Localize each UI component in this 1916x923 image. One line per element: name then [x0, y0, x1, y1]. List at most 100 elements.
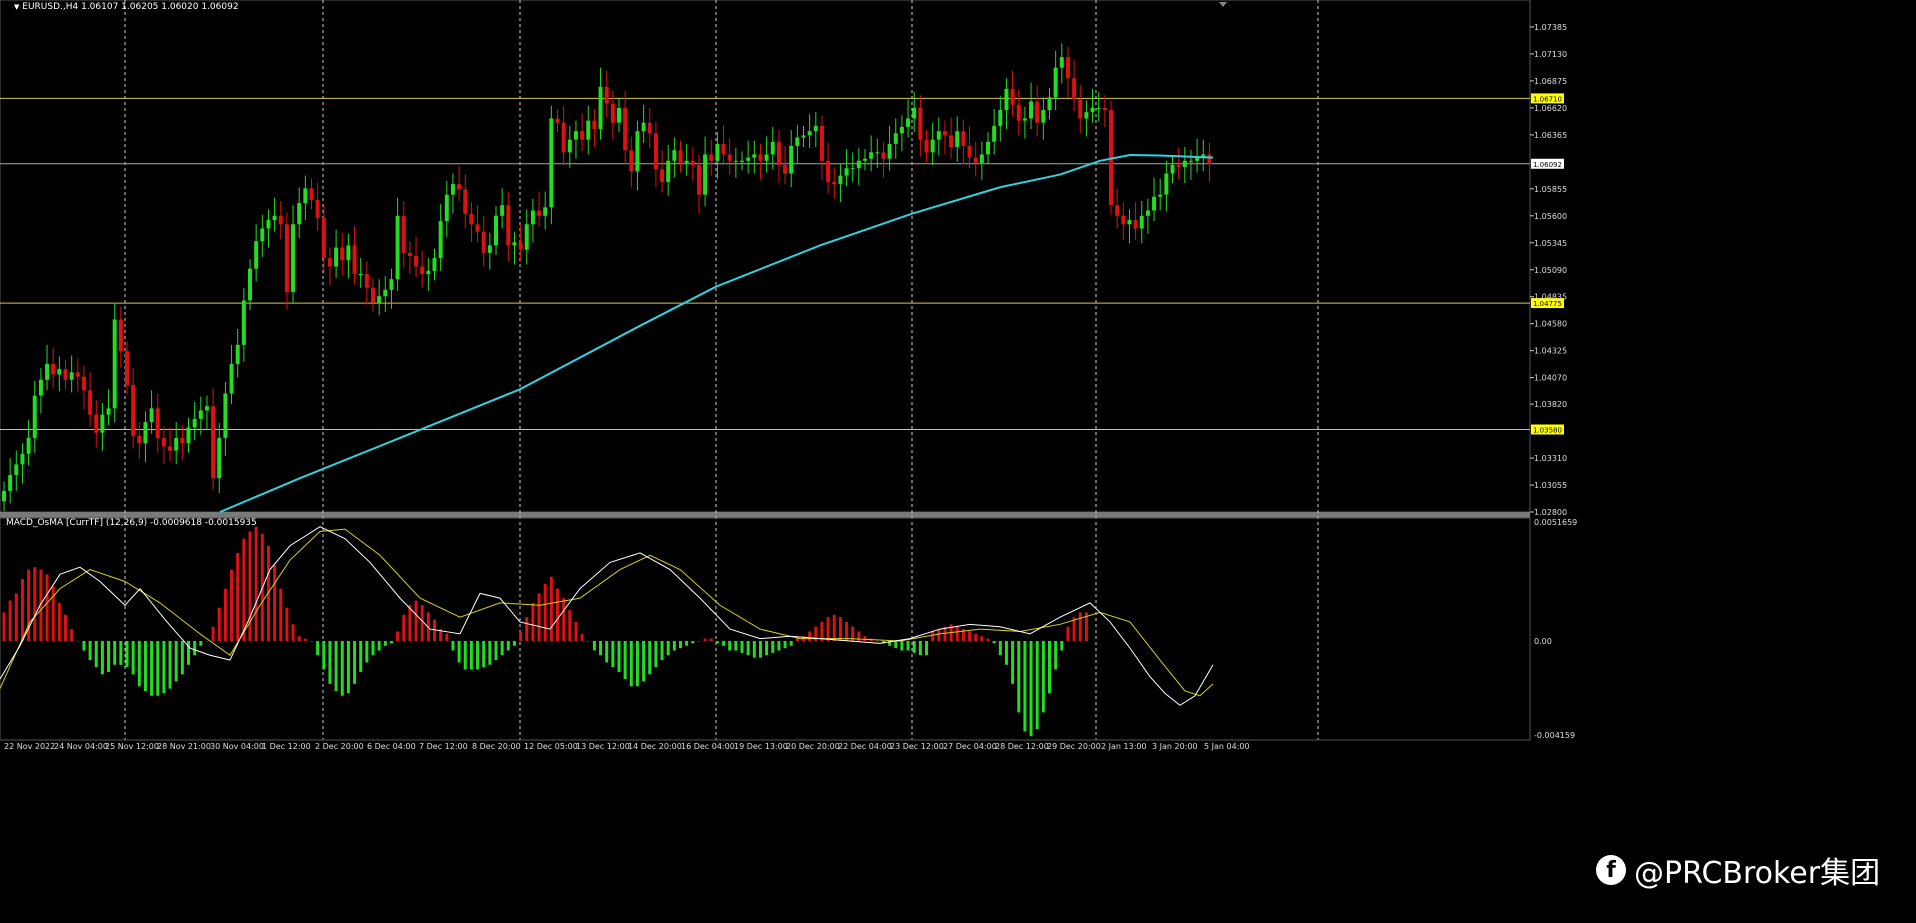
- dropdown-arrow-icon[interactable]: ▼: [14, 3, 19, 11]
- candle-body: [420, 266, 425, 274]
- histogram-bar: [685, 640, 689, 646]
- histogram-bar: [808, 631, 812, 641]
- candle-body: [303, 188, 308, 204]
- watermark: f @PRCBroker集团: [1596, 848, 1880, 892]
- histogram-bar: [592, 640, 596, 651]
- histogram-bar: [303, 638, 307, 641]
- candle-body: [1072, 78, 1077, 100]
- candle-body: [75, 372, 80, 377]
- candle-body: [1182, 160, 1187, 168]
- histogram-bar: [469, 640, 473, 670]
- y-tick-label: 1.04835: [1534, 293, 1567, 302]
- candle-body: [229, 363, 234, 394]
- candle-body: [1176, 165, 1181, 168]
- candle-body: [733, 160, 738, 162]
- candle-body: [14, 464, 19, 475]
- candle-body: [235, 344, 240, 364]
- candle-body: [309, 188, 314, 200]
- histogram-bar: [525, 617, 529, 641]
- candle-body: [899, 126, 904, 134]
- histogram-bar: [838, 617, 842, 641]
- x-tick-label: 20 Dec 20:00: [786, 742, 840, 751]
- candle-body: [1078, 99, 1083, 119]
- candle-body: [998, 110, 1003, 126]
- candle-body: [94, 414, 99, 433]
- candle-body: [1035, 101, 1040, 123]
- symbol-line: EURUSD.,H4 1.06107 1.06205 1.06020 1.060…: [22, 2, 239, 12]
- x-tick-label: 16 Dec 04:00: [681, 742, 735, 751]
- candle-body: [783, 165, 788, 174]
- candle-body: [537, 210, 542, 216]
- candle-body: [758, 154, 763, 161]
- histogram-bar: [64, 614, 67, 641]
- histogram-bar: [931, 631, 935, 641]
- x-tick-label: 3 Jan 20:00: [1152, 742, 1198, 751]
- histogram-bar: [777, 640, 781, 651]
- histogram-bar: [531, 602, 535, 641]
- histogram-bar: [156, 640, 160, 696]
- candle-body: [112, 319, 117, 409]
- x-tick-label: 6 Dec 04:00: [367, 742, 416, 751]
- histogram-bar: [789, 640, 793, 646]
- candle-body: [63, 369, 68, 380]
- histogram-bar: [137, 640, 141, 687]
- candle-body: [690, 160, 695, 166]
- histogram-bar: [402, 614, 406, 641]
- macd-pane[interactable]: [0, 517, 1531, 741]
- trading-chart[interactable]: 1.067101.047751.035801.060921.073851.071…: [0, 0, 1916, 923]
- histogram-bar: [568, 610, 572, 641]
- candle-body: [819, 125, 824, 161]
- histogram-bar: [365, 640, 369, 663]
- y-tick-label: 1.03055: [1534, 481, 1567, 490]
- candle-body: [291, 224, 296, 292]
- histogram-bar: [654, 640, 658, 668]
- candle-body: [469, 213, 474, 225]
- histogram-bar: [611, 640, 615, 668]
- candle-body: [272, 215, 277, 221]
- histogram-bar: [703, 638, 707, 641]
- price-pane[interactable]: [0, 0, 1531, 740]
- candle-body: [740, 160, 744, 162]
- histogram-bar: [279, 588, 283, 641]
- histogram-bar: [758, 640, 762, 658]
- x-tick-label: 2 Dec 20:00: [315, 742, 364, 751]
- histogram-bar: [765, 640, 769, 656]
- histogram-bar: [1066, 626, 1070, 641]
- histogram-bar: [371, 640, 375, 656]
- histogram-bar: [980, 636, 984, 641]
- candle-body: [241, 300, 246, 345]
- histogram-bar: [709, 638, 713, 641]
- candle-body: [623, 107, 628, 151]
- candle-body: [604, 86, 609, 104]
- candle-body: [924, 139, 929, 153]
- shift-marker-icon: [1219, 2, 1227, 7]
- histogram-bar: [113, 640, 117, 665]
- candle-body: [912, 107, 917, 119]
- candle-body: [426, 270, 431, 274]
- candle-body: [1102, 107, 1107, 111]
- histogram-bar: [795, 638, 799, 641]
- candle-body: [973, 157, 978, 163]
- candle-body: [204, 406, 209, 411]
- time-axis: 22 Nov 202224 Nov 04:0025 Nov 12:0028 No…: [4, 742, 1250, 751]
- histogram-bar: [494, 640, 498, 661]
- x-tick-label: 22 Dec 04:00: [838, 742, 892, 751]
- candle-body: [168, 446, 173, 451]
- candle-body: [936, 131, 941, 140]
- histogram-bar: [728, 640, 732, 651]
- candle-body: [1158, 194, 1163, 197]
- y-tick-label: 1.06620: [1534, 104, 1567, 113]
- histogram-bar: [20, 579, 24, 641]
- candle-body: [709, 154, 714, 161]
- candle-body: [88, 390, 93, 415]
- histogram-bar: [211, 626, 215, 641]
- histogram-bar: [697, 640, 701, 642]
- y-tick-label: 1.05600: [1534, 212, 1567, 221]
- histogram-bar: [346, 640, 350, 694]
- candle-body: [57, 369, 62, 375]
- histogram-bar: [629, 640, 633, 687]
- histogram-bar: [94, 640, 98, 668]
- histogram-bar: [635, 640, 639, 687]
- candle-body: [1188, 160, 1193, 162]
- x-tick-label: 1 Dec 12:00: [262, 742, 311, 751]
